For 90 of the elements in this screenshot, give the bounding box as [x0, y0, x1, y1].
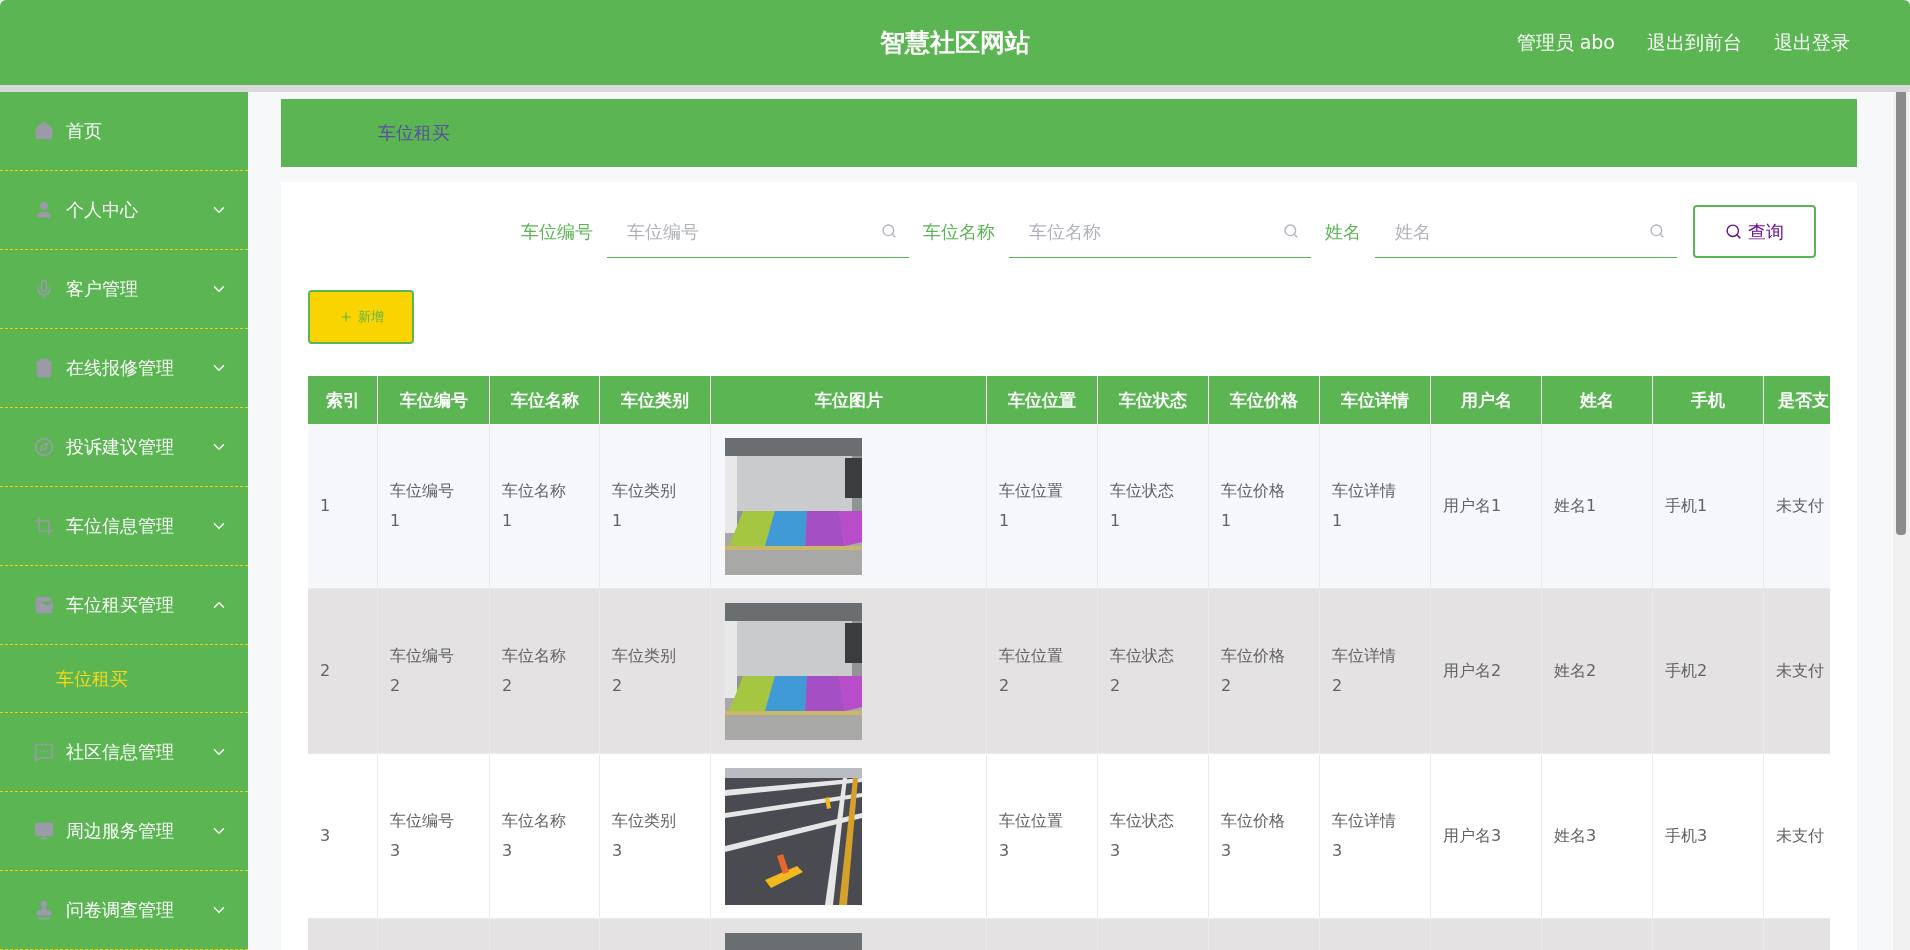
field-label: 姓名 [1325, 219, 1361, 244]
table-cell-text: 车位编号1 [390, 480, 455, 532]
table-cell-text: 用户名1 [1443, 495, 1502, 517]
search-icon [1283, 223, 1299, 239]
table-cell-text: 车位编号3 [390, 810, 455, 862]
column-header: 手机 [1652, 376, 1764, 424]
table-cell-text: 未支付 [1776, 660, 1824, 682]
table-cell-text: 车位详情3 [1332, 810, 1397, 862]
column-header: 车位名称 [489, 376, 600, 424]
message-icon [34, 742, 54, 762]
sidebar-item[interactable]: 首页 [0, 92, 248, 171]
table-cell-text: 车位状态3 [1110, 810, 1175, 862]
table-cell-text: 车位状态1 [1110, 480, 1175, 532]
column-header: 车位类别 [599, 376, 711, 424]
field-label: 车位编号 [521, 219, 593, 244]
table-cell-text: 用户名3 [1443, 825, 1502, 847]
column-header: 车位位置 [986, 376, 1098, 424]
home-icon [34, 121, 54, 141]
search-icon [881, 223, 897, 239]
table-cell-text: 2 [320, 660, 331, 682]
monitor-icon [34, 821, 54, 841]
header-link[interactable]: 退出到前台 [1647, 29, 1742, 56]
scrollbar-thumb[interactable] [1896, 92, 1906, 535]
table-cell-text: 1 [320, 495, 331, 517]
table-cell-text: 3 [320, 825, 331, 847]
search-icon [1649, 223, 1665, 239]
sidebar-item[interactable]: 个人中心 [0, 171, 248, 250]
add-button[interactable]: 新增 [308, 290, 414, 344]
table-cell-text: 车位位置3 [999, 810, 1064, 862]
sidebar-item[interactable]: 客户管理 [0, 250, 248, 329]
column-header: 车位价格 [1208, 376, 1320, 424]
sidebar-subitem[interactable]: 车位租买 [0, 645, 248, 713]
table-cell-text: 车位名称1 [502, 480, 567, 532]
column-header: 姓名 [1541, 376, 1653, 424]
user-icon [34, 200, 54, 220]
search-field[interactable]: 车位编号 [607, 205, 909, 258]
table-cell-text: 姓名2 [1554, 660, 1597, 682]
sidebar-item[interactable]: 车位信息管理 [0, 487, 248, 566]
stamp-icon [34, 900, 54, 920]
sidebar-item[interactable]: 问卷调查管理 [0, 871, 248, 950]
table-cell-text: 车位状态2 [1110, 645, 1175, 697]
microphone-icon [34, 279, 54, 299]
table-cell-text: 车位价格3 [1221, 810, 1286, 862]
column-header: 用户名 [1430, 376, 1542, 424]
table-cell-text: 车位价格1 [1221, 480, 1286, 532]
table-cell-text: 车位类别2 [612, 645, 677, 697]
column-header: 是否支 [1763, 376, 1830, 424]
table-cell-text: 车位详情2 [1332, 645, 1397, 697]
table-cell-text: 手机3 [1665, 825, 1708, 847]
sidebar-item[interactable]: 周边服务管理 [0, 792, 248, 871]
table-cell-text: 车位名称3 [502, 810, 567, 862]
search-field[interactable]: 姓名 [1375, 205, 1677, 258]
query-button[interactable]: 查询 [1693, 205, 1816, 258]
sidebar-item[interactable]: 投诉建议管理 [0, 408, 248, 487]
search-icon [1725, 223, 1742, 240]
search-field[interactable]: 车位名称 [1009, 205, 1311, 258]
sidebar-item[interactable]: 社区信息管理 [0, 713, 248, 792]
header-link[interactable]: 退出登录 [1774, 29, 1850, 56]
table-cell-text: 姓名1 [1554, 495, 1597, 517]
site-title: 智慧社区网站 [880, 28, 1030, 57]
table-cell-text: 车位详情1 [1332, 480, 1397, 532]
plus-icon [338, 310, 353, 324]
crop-icon [34, 516, 54, 536]
table-cell-text: 未支付 [1776, 495, 1824, 517]
table-cell-text: 姓名3 [1554, 825, 1597, 847]
scrollbar[interactable] [1893, 92, 1910, 950]
table-cell-text: 车位编号2 [390, 645, 455, 697]
column-header: 车位编号 [377, 376, 490, 424]
field-label: 车位名称 [923, 219, 995, 244]
breadcrumb: 车位租买 [378, 121, 450, 145]
table-cell-text: 车位位置1 [999, 480, 1064, 532]
compass-icon [34, 437, 54, 457]
table-cell-text: 车位类别3 [612, 810, 677, 862]
table-cell-text: 车位类别1 [612, 480, 677, 532]
column-header: 车位图片 [710, 376, 987, 424]
sidebar-item[interactable]: 在线报修管理 [0, 329, 248, 408]
clipboard-icon [34, 358, 54, 378]
sidebar-item[interactable]: 车位租买管理 [0, 566, 248, 645]
table-cell-text: 车位名称2 [502, 645, 567, 697]
column-header: 车位详情 [1319, 376, 1431, 424]
table-cell-text: 车位位置2 [999, 645, 1064, 697]
column-header: 索引 [308, 376, 378, 424]
column-header: 车位状态 [1097, 376, 1209, 424]
table-cell-text: 用户名2 [1443, 660, 1502, 682]
wallet-icon [34, 595, 54, 615]
table-cell-text: 未支付 [1776, 825, 1824, 847]
table-cell-text: 手机2 [1665, 660, 1708, 682]
table-cell-text: 手机1 [1665, 495, 1708, 517]
header-link[interactable]: 管理员 abo [1516, 29, 1615, 56]
table-cell-text: 车位价格2 [1221, 645, 1286, 697]
